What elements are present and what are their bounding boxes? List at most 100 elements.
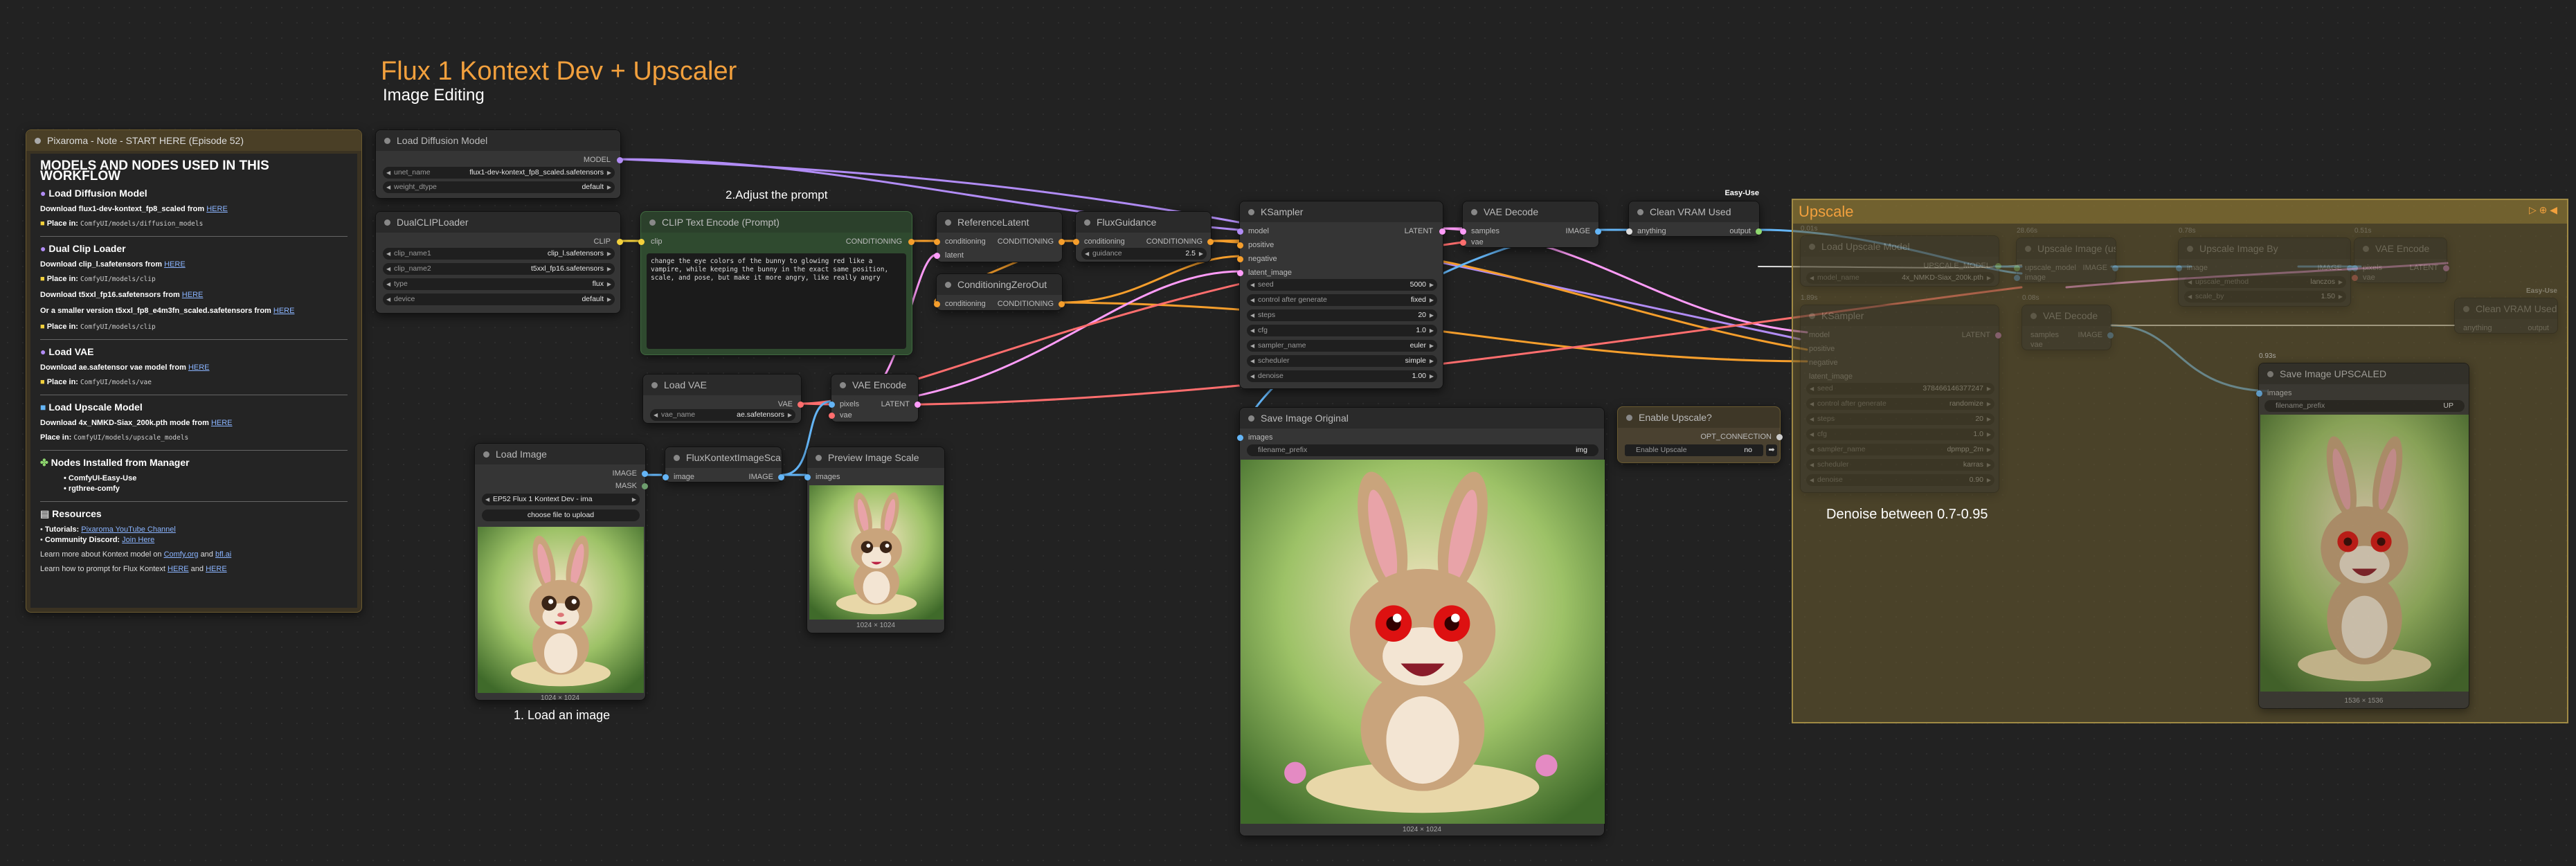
filename-prefix-widget[interactable]: filename_prefix UP [2264,400,2465,412]
latent-output-slot[interactable] [915,402,921,408]
link-t5-fp8[interactable]: HERE [273,307,295,315]
upscale-image-by-node[interactable]: 0.78s Upscale Image By image IMAGE upsca… [2176,227,2353,307]
save-image-original-node[interactable]: Save Image Original images filename_pref… [1237,407,1605,836]
scale-by-widget[interactable]: scale_by1.50 [2184,291,2346,303]
upscale-vae-decode-node[interactable]: 0.08s VAE Decode samples vae IMAGE [2021,294,2114,350]
save-image-upscaled-node[interactable]: 0.93s Save Image UPSCALED images filenam… [2256,352,2469,709]
preview-image-scale-node[interactable]: Preview Image Scale images 1024 × 1024 [804,446,945,633]
conditioning-input-slot[interactable] [1073,239,1079,245]
flux-kontext-image-scale-node[interactable]: FluxKontextImageScale image IMAGE [663,446,784,482]
output-slot[interactable] [1756,228,1762,235]
mask-output-slot[interactable] [642,483,648,489]
image-output-slot[interactable] [1595,228,1601,235]
images-input-slot[interactable] [804,474,811,480]
image-output-slot[interactable] [642,471,648,477]
upscale-model-output-slot[interactable] [1995,263,2001,269]
weight-dtype-widget[interactable]: weight_dtypedefault [383,181,615,193]
conditioning-output-slot[interactable] [1207,239,1214,245]
note-node[interactable]: Pixaroma - Note - START HERE (Episode 52… [26,129,362,613]
vae-input-slot[interactable] [2352,275,2358,281]
vae-encode-node[interactable]: VAE Encode pixels vae LATENT [829,374,921,422]
filename-prefix-widget[interactable]: filename_prefix img [1247,444,1598,456]
control-after-generate-widget[interactable]: control after generaterandomize [1806,398,1994,410]
steps-widget[interactable]: steps20 [1806,413,1994,425]
clip-input-slot[interactable] [638,239,645,245]
model-name-widget[interactable]: model_name4x_NMKD-Siax_200k.pth [1806,272,1994,284]
upscale-vae-encode-node[interactable]: 0.51s VAE Encode pixels vae LATENT [2352,227,2449,283]
image-input-slot[interactable] [2176,265,2182,271]
latent-output-slot[interactable] [1995,332,2001,339]
clean-vram-node[interactable]: Easy-Use Clean VRAM Used anything output [1626,189,1762,237]
samples-input-slot[interactable] [1460,228,1466,235]
denoise-widget[interactable]: denoise0.90 [1806,474,1994,486]
clip-text-encode-node[interactable]: CLIP Text Encode (Prompt) clip CONDITION… [638,211,915,355]
model-input-slot[interactable] [1237,228,1243,235]
unet-name-widget[interactable]: unet_nameflux1-dev-kontext_fp8_scaled.sa… [383,167,615,179]
guidance-widget[interactable]: guidance2.5 [1081,248,1207,260]
scheduler-widget[interactable]: schedulerkarras [1806,459,1994,471]
type-widget[interactable]: typeflux [383,278,615,290]
image-output-slot[interactable] [2112,265,2118,271]
conditioning-input-slot[interactable] [934,301,940,307]
link-vae[interactable]: HERE [188,363,210,372]
images-input-slot[interactable] [1237,435,1243,441]
upscale-using-model-node[interactable]: 28.66s Upscale Image (using Model) upsca… [2014,227,2118,283]
dual-clip-loader-node[interactable]: DualCLIPLoader CLIP clip_name1clip_l.saf… [375,211,623,314]
reference-latent-node[interactable]: ReferenceLatent conditioning latent COND… [934,211,1065,262]
pixels-input-slot[interactable] [829,402,835,408]
link-youtube[interactable]: Pixaroma YouTube Channel [81,525,176,534]
prompt-textarea[interactable]: change the eye colors of the bunny to gl… [647,253,906,349]
vae-output-slot[interactable] [798,402,804,408]
clip-name2-widget[interactable]: clip_name2t5xxl_fp16.safetensors [383,263,615,275]
denoise-widget[interactable]: denoise1.00 [1247,370,1437,382]
vae-input-slot[interactable] [829,413,835,419]
upscale-model-input-slot[interactable] [2014,265,2020,271]
positive-input-slot[interactable] [1237,242,1243,249]
seed-widget[interactable]: seed378466146377247 [1806,383,1994,395]
upscale-method-widget[interactable]: upscale_methodlanczos [2184,276,2346,288]
cfg-widget[interactable]: cfg1.0 [1247,325,1437,336]
upscale-ksampler-node[interactable]: 1.89s KSampler LATENT model positive neg… [1800,294,2001,493]
link-upscale[interactable]: HERE [211,419,233,427]
image-input-slot[interactable] [663,474,669,480]
link-prompt-1[interactable]: HERE [168,565,189,573]
cfg-widget[interactable]: cfg1.0 [1806,429,1994,440]
device-widget[interactable]: devicedefault [383,294,615,305]
conditioning-zero-out-node[interactable]: ConditioningZeroOut conditioning CONDITI… [934,273,1065,311]
load-upscale-model-node[interactable]: 0.01s Load Upscale Model UPSCALE_MODEL m… [1800,225,2001,287]
image-output-slot[interactable] [2107,332,2114,339]
scheduler-widget[interactable]: schedulersimple [1247,355,1437,367]
link-clip[interactable]: HERE [164,260,186,269]
link-discord[interactable]: Join Here [122,536,154,544]
ksampler-node[interactable]: KSampler LATENT model positive negative … [1237,201,1445,389]
clip-output-slot[interactable] [617,239,623,245]
latent-input-slot[interactable] [934,253,940,259]
link-bfl[interactable]: bfl.ai [215,550,231,559]
image-input-slot[interactable] [2014,275,2020,281]
choose-file-upload-button[interactable]: choose file to upload [482,509,640,521]
steps-widget[interactable]: steps20 [1247,309,1437,321]
image-output-slot[interactable] [778,474,784,480]
group-controls-icon[interactable]: ▷ ⊕ ◀ [2529,204,2557,216]
upscale-clean-vram-node[interactable]: Easy-Use Clean VRAM Used anything output [2454,287,2558,334]
link-t5[interactable]: HERE [182,291,204,299]
pixels-input-slot[interactable] [2352,265,2358,271]
latent-image-input-slot[interactable] [1237,270,1243,276]
enable-upscale-toggle[interactable]: Enable Upscale no [1625,444,1763,456]
conditioning-output-slot[interactable] [1059,301,1065,307]
model-output-slot[interactable] [617,157,623,163]
sampler-name-widget[interactable]: sampler_namedpmpp_2m [1806,444,1994,455]
link-comfy[interactable]: Comfy.org [164,550,199,559]
opt-connection-output-slot[interactable] [1776,434,1783,440]
negative-input-slot[interactable] [1237,256,1243,262]
clip-name1-widget[interactable]: clip_name1clip_l.safetensors [383,248,615,260]
sampler-name-widget[interactable]: sampler_nameeuler [1247,340,1437,352]
link-prompt-2[interactable]: HERE [206,565,227,573]
flux-guidance-node[interactable]: FluxGuidance conditioning CONDITIONING g… [1073,211,1214,262]
conditioning-output-slot[interactable] [908,239,915,245]
vae-decode-node[interactable]: VAE Decode samples vae IMAGE [1460,201,1601,248]
seed-widget[interactable]: seed5000 [1247,279,1437,291]
link-diffusion[interactable]: HERE [206,205,228,213]
vae-name-widget[interactable]: vae_nameae.safetensors [650,409,795,421]
load-image-node[interactable]: Load Image IMAGE MASK EP52 Flux 1 Kontex… [474,443,648,702]
